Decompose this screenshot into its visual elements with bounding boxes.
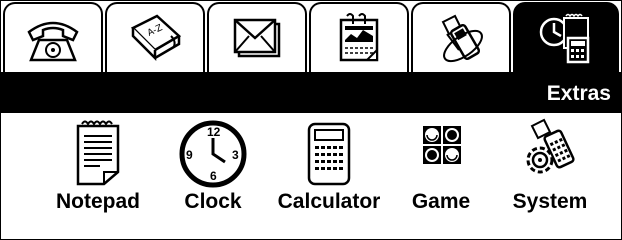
app-label: Clock	[184, 190, 242, 213]
clock-icon: 12 9 3 6	[179, 120, 247, 188]
tab-contacts[interactable]: A-Z	[105, 2, 205, 72]
app-label: System	[512, 190, 588, 213]
tab-connectivity[interactable]	[411, 2, 511, 72]
app-system[interactable]: System	[495, 115, 605, 239]
svg-text:9: 9	[186, 148, 193, 162]
phone-signal-icon	[441, 14, 483, 63]
tab-phone[interactable]	[3, 2, 103, 72]
screen-title: Extras	[546, 82, 611, 105]
app-label: Game	[411, 190, 471, 213]
notepad-icon	[76, 120, 120, 186]
envelope-icon	[233, 18, 281, 58]
tab-extras[interactable]	[513, 2, 619, 72]
svg-text:3: 3	[232, 148, 239, 162]
app-label: Calculator	[277, 190, 381, 213]
address-book-icon: A-Z	[130, 14, 182, 62]
calendar-icon	[339, 13, 379, 62]
app-clock[interactable]: 12 9 3 6 Clock	[163, 115, 263, 239]
svg-text:12: 12	[207, 125, 221, 139]
tab-messages[interactable]	[207, 2, 307, 72]
clock-calculator-icon	[539, 13, 590, 64]
app-notepad[interactable]: Notepad	[43, 115, 153, 239]
system-gear-phone-icon	[526, 118, 575, 174]
game-board-icon	[423, 126, 461, 164]
app-grid: Notepad 12 9 3 6 Clock Calculator Game S…	[1, 115, 621, 239]
tab-bar: A-Z	[1, 1, 621, 73]
telephone-icon	[27, 21, 79, 62]
calculator-icon	[307, 122, 351, 186]
svg-text:6: 6	[210, 169, 217, 183]
extras-screen: A-Z Extras Notepad 12 9 3 6 Clock Calcul…	[0, 0, 622, 240]
tab-calendar[interactable]	[309, 2, 409, 72]
app-label: Notepad	[56, 190, 140, 213]
app-game[interactable]: Game	[399, 115, 483, 239]
app-calculator[interactable]: Calculator	[269, 115, 389, 239]
title-bar: Extras	[1, 75, 621, 113]
